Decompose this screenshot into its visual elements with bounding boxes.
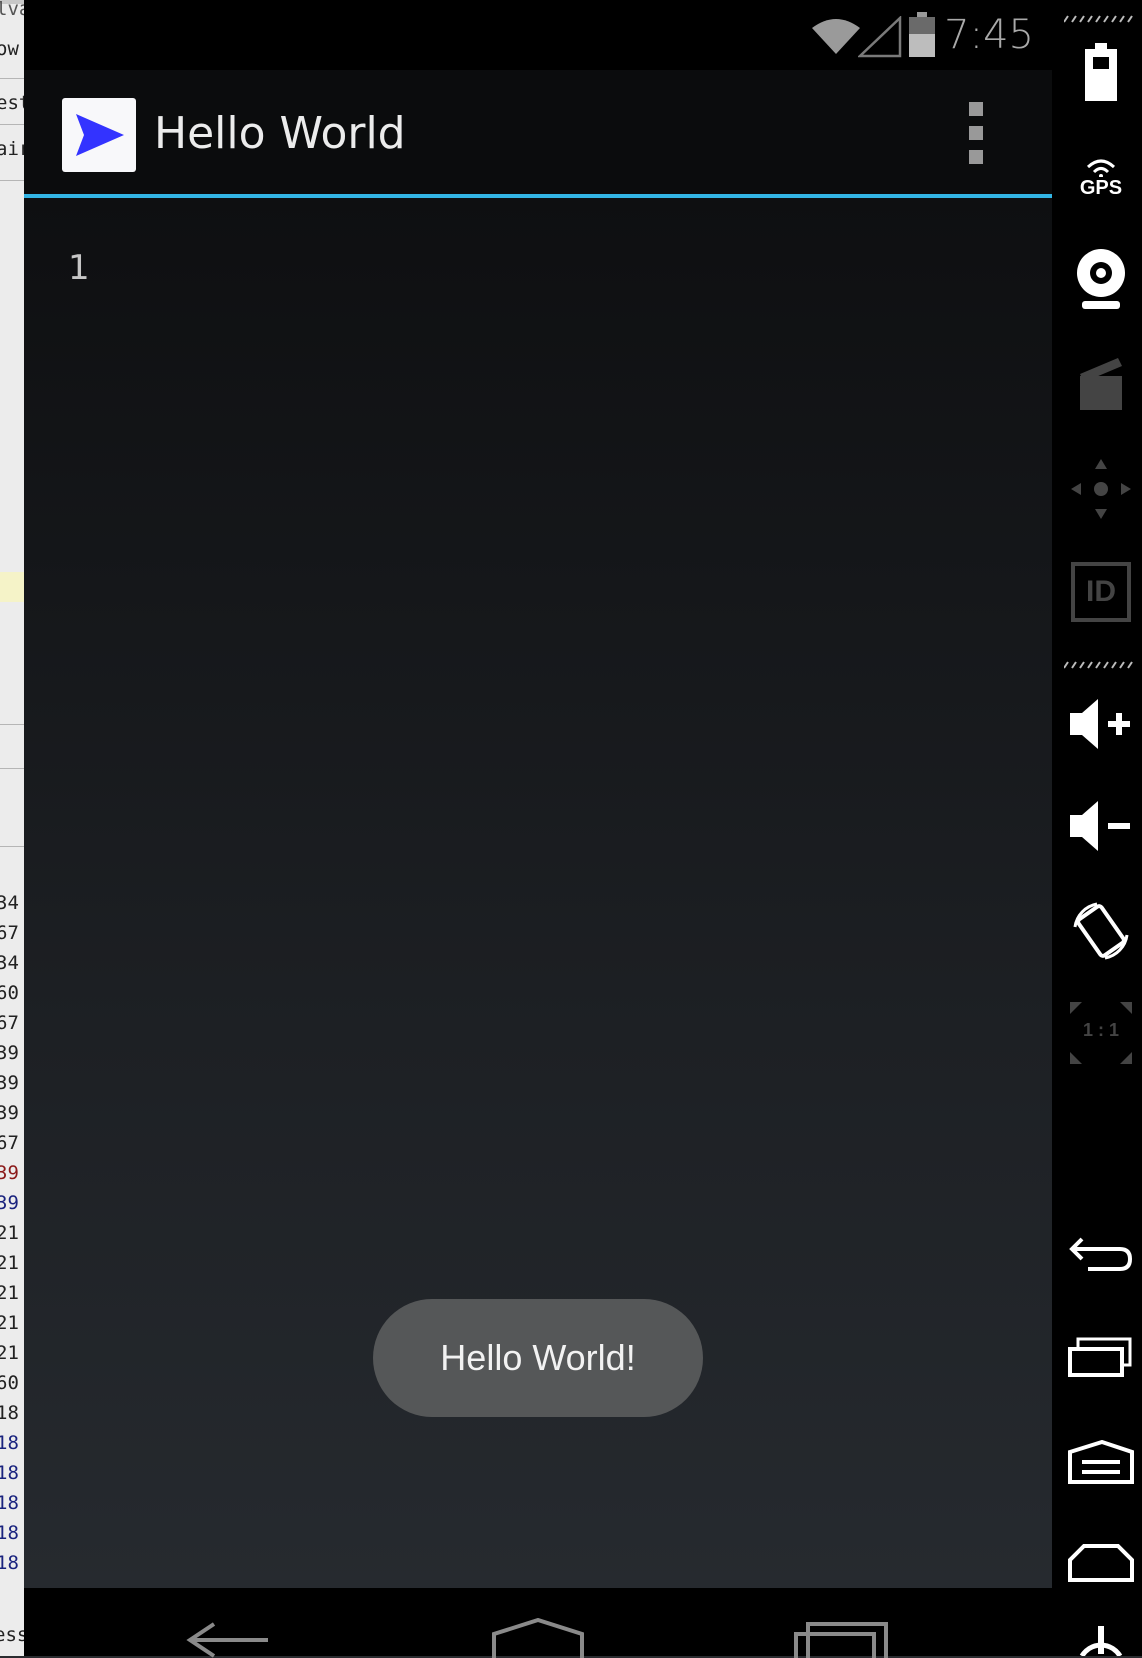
app-content: 1 Hello World! (24, 198, 1052, 1588)
side-recents-icon[interactable] (1062, 1330, 1140, 1384)
emulator-device: 7:45 Hello World 1 Hello World! GPS ID 1… (24, 0, 1142, 1658)
ide-line-number: 39 (0, 1192, 19, 1214)
side-home-icon[interactable] (1062, 1540, 1140, 1586)
ide-line-number: 18 (0, 1552, 19, 1574)
ide-tab-text: air (0, 138, 24, 160)
battery-icon (909, 12, 935, 57)
home-icon[interactable] (490, 1618, 586, 1658)
ide-line-number: 67 (0, 1132, 19, 1154)
ide-separator (0, 124, 24, 125)
signal-icon (858, 16, 902, 58)
ide-separator (0, 846, 24, 847)
ide-separator (0, 180, 24, 181)
status-time: 7:45 (944, 12, 1034, 58)
ide-line-number: 39 (0, 1042, 19, 1064)
ide-line-number: 60 (0, 982, 19, 1004)
ide-separator (0, 768, 24, 769)
battery-control-icon[interactable] (1062, 40, 1140, 106)
ide-line-number: 67 (0, 1012, 19, 1034)
ide-line-number: 18 (0, 1462, 19, 1484)
id-control-icon: ID (1062, 560, 1140, 624)
status-bar: 7:45 (24, 0, 1052, 70)
ide-highlighted-line (0, 572, 24, 602)
emulator-controls: GPS ID 1: 1 (1052, 0, 1142, 1656)
ide-tab-text: lva (0, 0, 24, 20)
toast-message: Hello World! (373, 1299, 703, 1417)
ide-line-number: 18 (0, 1432, 19, 1454)
ide-line-number: 18 (0, 1522, 19, 1544)
ide-line-number: 39 (0, 1072, 19, 1094)
volume-up-icon[interactable] (1062, 692, 1140, 756)
ide-line-number: 21 (0, 1312, 19, 1334)
ide-separator (0, 78, 24, 79)
navigation-bar (24, 1588, 1052, 1658)
ide-line-number: 21 (0, 1252, 19, 1274)
ide-line-number: 34 (0, 892, 19, 914)
overflow-menu-icon[interactable] (964, 102, 988, 164)
ide-bottom-text: ess (0, 1624, 24, 1646)
ide-line-number: 39 (0, 1162, 19, 1184)
send-arrow-icon (76, 114, 124, 156)
scale-label: 1 : 1 (1082, 1020, 1120, 1040)
dpad-icon (1062, 456, 1140, 522)
ide-line-number: 21 (0, 1222, 19, 1244)
ide-background-strip: lva ow est air 34 67 34 60 67 39 39 39 67 39 39 21 2… (0, 0, 24, 1656)
side-menu-icon[interactable] (1062, 1434, 1140, 1490)
ide-line-number: 18 (0, 1402, 19, 1424)
app-title: Hello World (154, 108, 406, 159)
wifi-icon (812, 19, 860, 54)
camera-control-icon[interactable] (1062, 246, 1140, 312)
ide-line-number: 67 (0, 922, 19, 944)
ide-tab-text: est (0, 92, 24, 114)
ide-line-number: 34 (0, 952, 19, 974)
rotate-icon[interactable] (1062, 896, 1140, 966)
grip-handle-icon[interactable] (1064, 660, 1134, 670)
back-icon[interactable] (184, 1618, 274, 1658)
ide-line-number: 21 (0, 1282, 19, 1304)
ide-line-number: 21 (0, 1342, 19, 1364)
ide-tab-text: ow (0, 38, 19, 60)
ide-line-number: 60 (0, 1372, 19, 1394)
id-label: ID (1071, 562, 1131, 622)
app-icon (62, 98, 136, 172)
ide-line-number: 18 (0, 1492, 19, 1514)
volume-down-icon[interactable] (1062, 794, 1140, 858)
ide-line-number: 39 (0, 1102, 19, 1124)
recents-icon[interactable] (794, 1618, 890, 1658)
grip-handle-icon[interactable] (1064, 14, 1134, 24)
power-icon[interactable] (1062, 1620, 1140, 1656)
gps-control-icon[interactable]: GPS (1062, 148, 1140, 208)
media-clapper-icon (1062, 352, 1140, 414)
side-back-icon[interactable] (1062, 1226, 1140, 1280)
ide-separator (0, 724, 24, 725)
scale-icon: 1 : 1 (1062, 998, 1140, 1068)
gps-label: GPS (1079, 176, 1123, 199)
action-bar: Hello World (24, 70, 1052, 198)
content-text: 1 (68, 248, 90, 288)
